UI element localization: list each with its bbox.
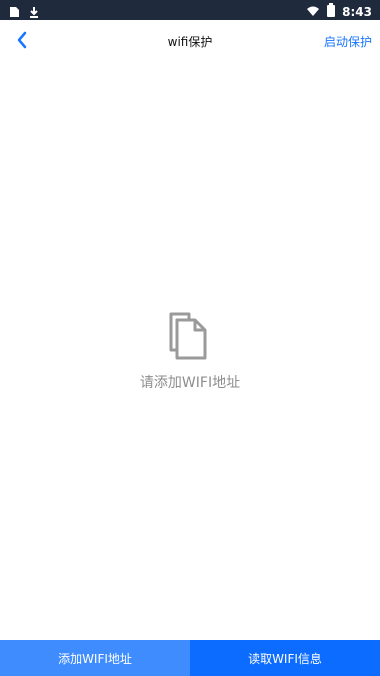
start-protection-button[interactable]: 启动保护 bbox=[324, 20, 372, 64]
read-wifi-info-button[interactable]: 读取WIFI信息 bbox=[190, 640, 380, 676]
status-bar: 8:43 bbox=[0, 0, 380, 20]
status-right-icons: 8:43 bbox=[306, 2, 372, 21]
toolbar: wifi保护 启动保护 bbox=[0, 20, 380, 64]
bottom-action-bar: 添加WIFI地址 读取WIFI信息 bbox=[0, 640, 380, 676]
add-wifi-address-button[interactable]: 添加WIFI地址 bbox=[0, 640, 190, 676]
battery-icon bbox=[326, 2, 336, 21]
wifi-icon bbox=[306, 2, 320, 21]
empty-state-message: 请添加WIFI地址 bbox=[139, 375, 241, 391]
main-content: 请添加WIFI地址 bbox=[0, 64, 380, 640]
status-time: 8:43 bbox=[342, 4, 372, 19]
document-copy-icon bbox=[167, 312, 213, 362]
empty-state: 请添加WIFI地址 bbox=[0, 312, 380, 392]
